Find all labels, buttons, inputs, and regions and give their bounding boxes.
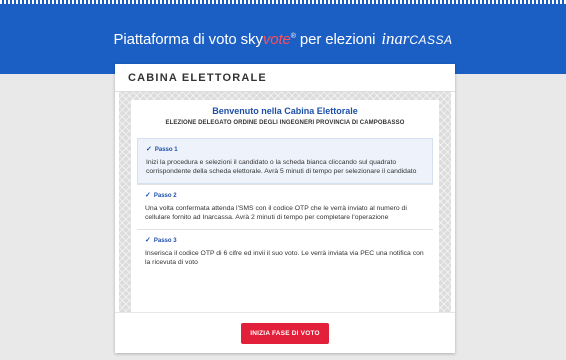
step-1-label: Passo 1 [154, 147, 178, 153]
inarcassa-logo: inarCASSA [381, 29, 452, 49]
step-1-text: Inizi la procedura e selezioni il candid… [146, 159, 417, 175]
step-3: ✓ Passo 3 Inserisca il codice OTP di 6 ci… [137, 229, 433, 274]
instructions-panel: Benvenuto nella Cabina Elettorale ELEZIO… [131, 100, 439, 312]
welcome-title: Benvenuto nella Cabina Elettorale [212, 106, 358, 116]
step-3-label: Passo 3 [153, 238, 177, 244]
logo-sky-text: sky [240, 30, 263, 48]
header-title: Piattaforma di voto [113, 30, 237, 48]
header-title-suffix: per elezioni [299, 30, 376, 48]
check-icon: ✓ [145, 237, 151, 244]
step-2-text: Una volta confermata attenda l'SMS con i… [145, 205, 407, 221]
step-2: ✓ Passo 2 Una volta confermata attenda l'… [137, 184, 433, 229]
check-icon: ✓ [146, 146, 152, 153]
logo-vote-text: vote [262, 30, 291, 48]
logo-inar-text: inar [381, 29, 410, 48]
voting-booth-card: CABINA ELETTORALE Benvenuto nella Cabina… [115, 64, 455, 353]
election-subtitle: ELEZIONE DELEGATO ORDINE DEGLI INGEGNERI… [165, 120, 405, 126]
card-footer: INIZIA FASE DI VOTO [115, 312, 455, 353]
logo-cassa-text: CASSA [409, 33, 453, 47]
step-3-text: Inserisca il codice OTP di 6 cifre ed in… [145, 250, 424, 266]
step-1: ✓ Passo 1 Inizi la procedura e selezioni … [137, 138, 433, 184]
card-title: CABINA ELETTORALE [115, 64, 455, 92]
logo-registered-mark: ® [290, 32, 296, 40]
check-icon: ✓ [145, 192, 151, 199]
start-voting-button[interactable]: INIZIA FASE DI VOTO [241, 322, 329, 344]
step-2-label: Passo 2 [153, 193, 177, 199]
step-2-header: ✓ Passo 2 [145, 191, 425, 199]
step-1-header: ✓ Passo 1 [146, 145, 424, 153]
step-3-header: ✓ Passo 3 [145, 236, 425, 244]
hatched-background: Benvenuto nella Cabina Elettorale ELEZIO… [119, 92, 451, 312]
skyvote-logo: skyvote® [241, 31, 296, 48]
